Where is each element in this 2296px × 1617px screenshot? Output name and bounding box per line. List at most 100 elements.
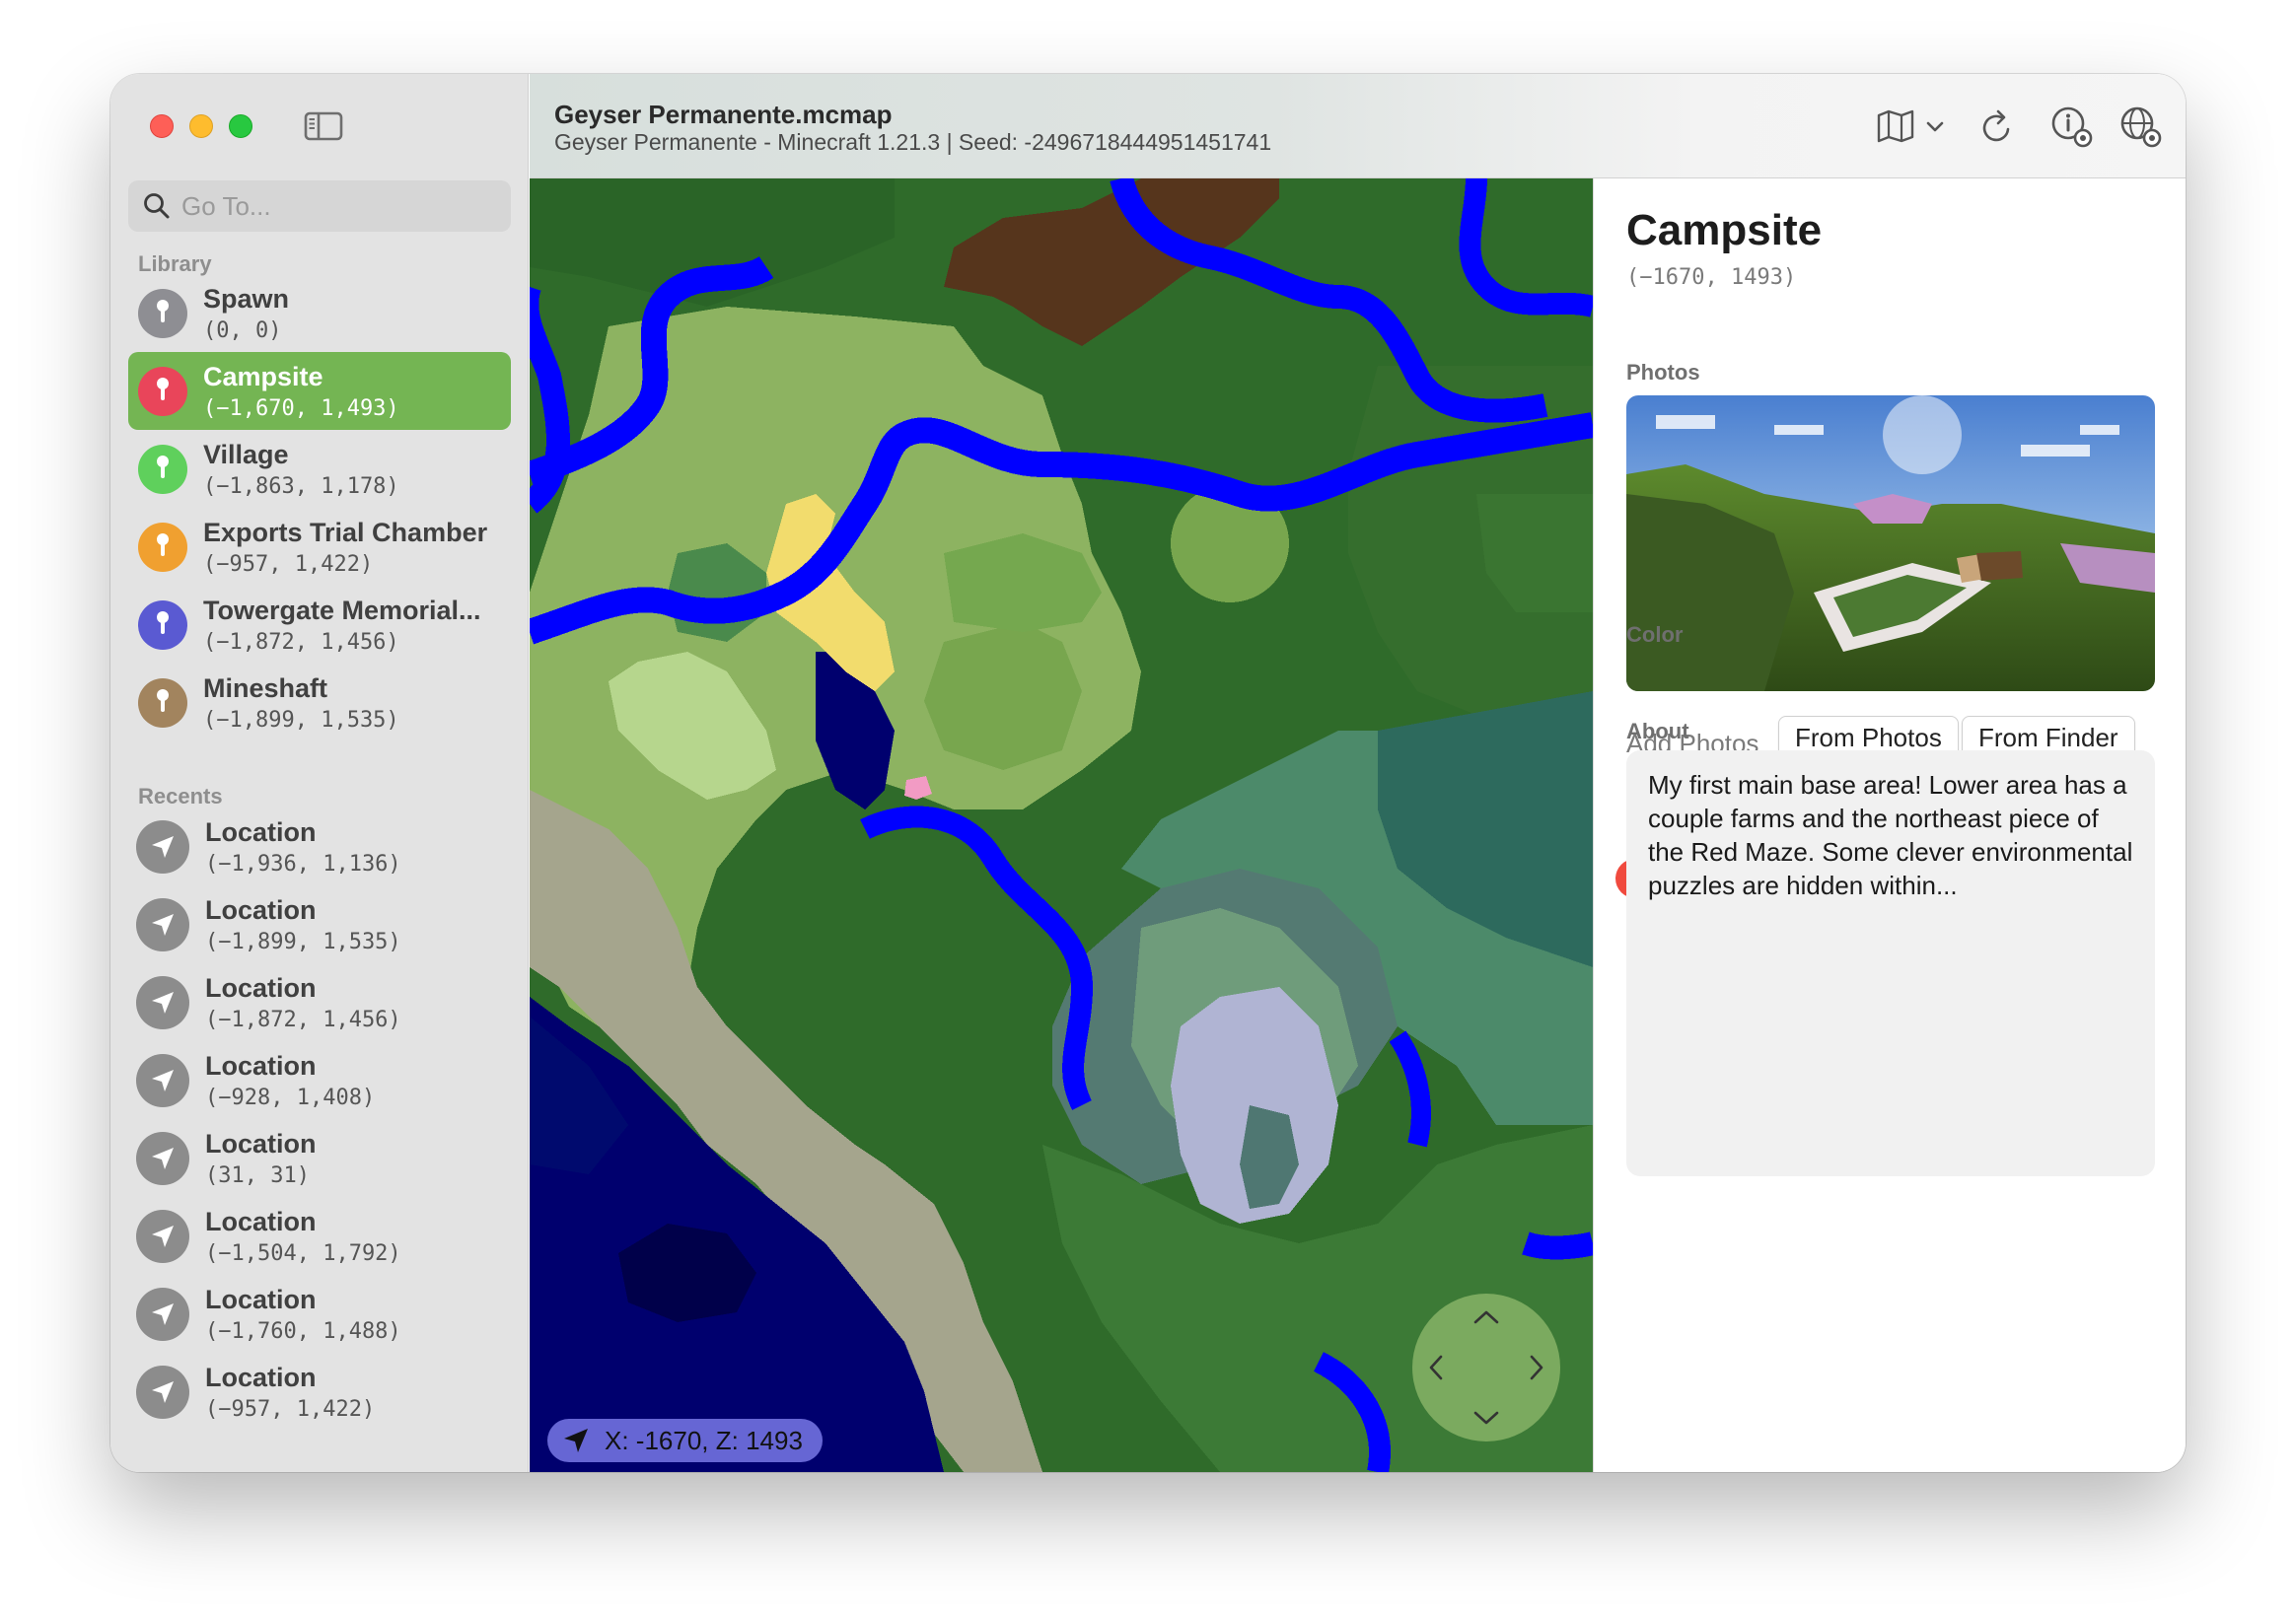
window-controls	[150, 114, 252, 138]
coordinate-readout: X: -1670, Z: 1493	[547, 1419, 823, 1462]
location-arrow-icon	[136, 1131, 189, 1185]
document-title: Geyser Permanente.mcmap	[554, 100, 893, 129]
chevron-down-icon	[1926, 121, 1944, 132]
info-gear-icon	[2051, 106, 2093, 148]
globe-gear-icon	[2120, 106, 2162, 148]
inspector-panel: Campsite (−1670, 1493) Photos Add Photos…	[1593, 178, 2186, 1472]
toolbar: Geyser Permanente.mcmap Geyser Permanent…	[530, 74, 2186, 178]
library-item-coord: (−1,863, 1,178)	[203, 473, 399, 499]
location-arrow-icon	[136, 897, 189, 951]
coordinate-readout-text: X: -1670, Z: 1493	[605, 1425, 803, 1455]
recent-item[interactable]: Location (−1,899, 1,535)	[128, 885, 511, 963]
library-item-name: Campsite	[203, 361, 323, 391]
recent-item-coord: (−1,899, 1,535)	[205, 929, 401, 954]
recent-item-name: Location	[205, 1050, 317, 1081]
recent-item-name: Location	[205, 972, 317, 1003]
library-item-coord: (−957, 1,422)	[203, 551, 374, 577]
document-subtitle: Geyser Permanente - Minecraft 1.21.3 | S…	[554, 129, 1272, 155]
pin-icon	[138, 522, 187, 572]
location-arrow-icon	[136, 1287, 189, 1341]
pin-icon	[138, 366, 187, 416]
recent-item-coord: (−1,760, 1,488)	[205, 1318, 401, 1344]
recent-item-name: Location	[205, 816, 317, 847]
map-style-menu-button[interactable]	[1876, 104, 1945, 149]
pan-right-icon[interactable]	[1527, 1353, 1546, 1382]
recent-item[interactable]: Location (−1,936, 1,136)	[128, 808, 511, 885]
library-item[interactable]: Village (−1,863, 1,178)	[128, 430, 511, 508]
pan-left-icon[interactable]	[1426, 1353, 1446, 1382]
library-item-coord: (−1,899, 1,535)	[203, 707, 399, 733]
pin-icon	[138, 288, 187, 338]
go-to-search-field[interactable]	[128, 180, 511, 232]
library-item-name: Spawn	[203, 283, 290, 314]
search-icon	[144, 193, 170, 219]
recents-section-title: Recents	[138, 784, 223, 808]
recent-item-name: Location	[205, 1284, 317, 1314]
recent-item-coord: (−957, 1,422)	[205, 1396, 376, 1422]
pin-icon	[138, 599, 187, 650]
recent-item[interactable]: Location (−1,872, 1,456)	[128, 963, 511, 1041]
recent-item-name: Location	[205, 1206, 317, 1236]
library-list: Spawn (0, 0) Campsite (−1,670, 1,493) Villag…	[128, 274, 511, 741]
recent-item-name: Location	[205, 1128, 317, 1159]
recent-item-coord: (31, 31)	[205, 1162, 310, 1188]
pin-icon	[138, 677, 187, 728]
about-label: About	[1626, 719, 1689, 743]
library-item-name: Mineshaft	[203, 672, 328, 703]
location-coordinate: (−1670, 1493)	[1626, 265, 1797, 290]
library-item[interactable]: Towergate Memorial... (−1,872, 1,456)	[128, 586, 511, 664]
recent-item[interactable]: Location (−957, 1,422)	[128, 1353, 511, 1431]
refresh-button[interactable]	[1977, 104, 2017, 149]
location-arrow-icon	[136, 1053, 189, 1107]
campsite-photo-image	[1626, 395, 2155, 691]
photos-label: Photos	[1626, 360, 1700, 385]
minimize-window-button[interactable]	[189, 114, 213, 138]
biome-map[interactable]	[530, 178, 1593, 1472]
recent-item-coord: (−1,504, 1,792)	[205, 1240, 401, 1266]
location-arrow-icon	[564, 1429, 588, 1452]
library-item-name: Village	[203, 439, 289, 469]
library-item-name: Towergate Memorial...	[203, 595, 481, 625]
birch-forest-biome	[924, 622, 1082, 770]
about-text-field[interactable]: My first main base area! Lower area has …	[1626, 750, 2155, 1176]
map-icon	[1877, 109, 1914, 143]
library-item[interactable]: Mineshaft (−1,899, 1,535)	[128, 664, 511, 741]
library-item[interactable]: Campsite (−1,670, 1,493)	[128, 352, 511, 430]
location-info-button[interactable]	[2048, 104, 2094, 149]
location-photo[interactable]	[1626, 395, 2155, 691]
recent-item-coord: (−928, 1,408)	[205, 1085, 376, 1110]
close-window-button[interactable]	[150, 114, 174, 138]
recent-item[interactable]: Location (−928, 1,408)	[128, 1041, 511, 1119]
recent-item-coord: (−1,936, 1,136)	[205, 851, 401, 877]
location-title: Campsite	[1626, 206, 1823, 254]
library-item-coord: (−1,670, 1,493)	[203, 395, 399, 421]
sidebar: Library Spawn(0, 0)Campsite(−1,670, 1,49…	[110, 74, 529, 1472]
recent-item[interactable]: Location (31, 31)	[128, 1119, 511, 1197]
pan-down-icon[interactable]	[1471, 1408, 1501, 1428]
pan-up-icon[interactable]	[1471, 1307, 1501, 1327]
library-item[interactable]: Spawn (0, 0)	[128, 274, 511, 352]
recent-item[interactable]: Location (−1,504, 1,792)	[128, 1197, 511, 1275]
zoom-window-button[interactable]	[229, 114, 252, 138]
library-item[interactable]: Exports Trial Chamber (−957, 1,422)	[128, 508, 511, 586]
location-arrow-icon	[136, 819, 189, 874]
app-window: Library Spawn(0, 0)Campsite(−1,670, 1,49…	[110, 74, 2186, 1472]
recent-item[interactable]: Location (−1,760, 1,488)	[128, 1275, 511, 1353]
library-item-name: Exports Trial Chamber	[203, 517, 488, 547]
pin-icon	[138, 444, 187, 494]
map-view[interactable]: X: -1670, Z: 1493	[530, 178, 1593, 1472]
recent-item-name: Location	[205, 894, 317, 925]
map-pan-control[interactable]	[1412, 1294, 1560, 1441]
recent-item-name: Location	[205, 1362, 317, 1392]
recent-item-coord: (−1,872, 1,456)	[205, 1007, 401, 1032]
location-arrow-icon	[136, 1209, 189, 1263]
color-label: Color	[1626, 622, 1684, 647]
world-settings-button[interactable]	[2117, 104, 2163, 149]
search-input[interactable]	[181, 190, 497, 222]
location-arrow-icon	[136, 1365, 189, 1419]
refresh-icon	[1982, 109, 2010, 142]
sidebar-toggle-icon[interactable]	[304, 111, 343, 141]
library-item-coord: (0, 0)	[203, 317, 282, 343]
recents-list: Location (−1,936, 1,136) Location (−1,899, …	[128, 808, 511, 1431]
location-arrow-icon	[136, 975, 189, 1029]
